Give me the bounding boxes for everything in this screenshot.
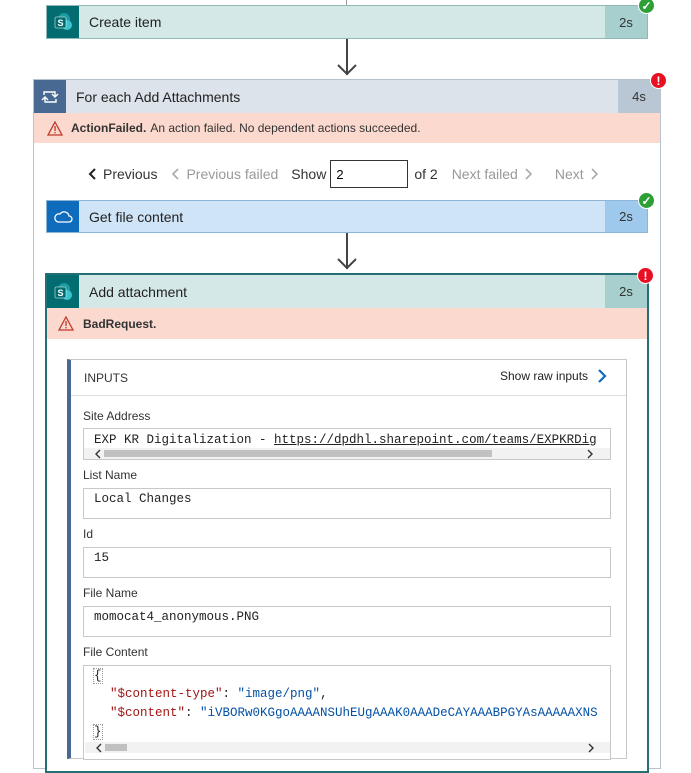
inputs-heading: INPUTS <box>84 371 129 385</box>
json-line: "$content-type": "image/png", <box>110 687 328 701</box>
next-button[interactable]: Next <box>555 166 599 182</box>
panel-divider <box>71 395 626 396</box>
chevron-right-icon <box>591 168 598 180</box>
success-icon: ✓ <box>638 0 655 14</box>
chevron-left-icon <box>95 449 101 459</box>
show-label: Show <box>291 166 327 182</box>
card-title: For each Add Attachments <box>76 88 241 105</box>
file-name-field[interactable]: momocat4_anonymous.PNG <box>83 606 611 637</box>
card-title: Add attachment <box>89 283 188 300</box>
sharepoint-icon: S <box>47 6 79 38</box>
error-icon: ! <box>650 72 667 89</box>
foreach-header[interactable]: For each Add Attachments 4s <box>34 80 660 113</box>
error-banner: BadRequest. <box>47 308 647 339</box>
file-content-label: File Content <box>83 645 148 659</box>
arrow-head-icon <box>337 258 357 270</box>
warning-icon <box>58 316 74 331</box>
chevron-left-icon <box>88 168 96 180</box>
svg-text:S: S <box>57 18 63 28</box>
svg-text:S: S <box>57 288 63 298</box>
json-open-brace: { <box>93 668 103 684</box>
site-address-label: Site Address <box>83 409 151 423</box>
error-code: BadRequest. <box>83 316 157 331</box>
card-title: Create item <box>89 14 162 30</box>
add-attachment-header[interactable]: S Add attachment 2s <box>47 275 647 308</box>
card-title: Get file content <box>89 208 184 225</box>
chevron-right-icon <box>588 743 594 753</box>
get-file-content-card[interactable]: Get file content 2s <box>46 200 648 233</box>
horizontal-scrollbar[interactable] <box>84 448 610 459</box>
previous-button[interactable]: Previous <box>88 166 157 182</box>
sharepoint-icon: S <box>47 275 79 308</box>
show-raw-inputs-button[interactable]: Show raw inputs <box>500 368 608 384</box>
list-name-field[interactable]: Local Changes <box>83 488 611 519</box>
iteration-pager: Previous Previous failed Show of 2 Next … <box>88 160 599 188</box>
id-field[interactable]: 15 <box>83 547 611 578</box>
warning-icon <box>47 120 63 136</box>
next-failed-button[interactable]: Next failed <box>452 166 533 182</box>
loop-icon <box>34 80 66 113</box>
success-icon: ✓ <box>638 192 655 209</box>
horizontal-scrollbar[interactable] <box>85 742 610 753</box>
error-message: An action failed. No dependent actions s… <box>150 121 421 135</box>
create-item-card[interactable]: S Create item 2s <box>46 5 648 39</box>
chevron-right-icon <box>598 369 607 383</box>
chevron-left-icon <box>96 743 102 753</box>
file-name-label: File Name <box>83 586 138 600</box>
json-close-brace: } <box>93 724 103 740</box>
arrow-head-icon <box>337 64 357 76</box>
list-name-label: List Name <box>83 468 138 482</box>
error-icon: ! <box>637 267 654 284</box>
error-code: ActionFailed. <box>71 121 147 135</box>
json-line: "$content": "iVBORw0KGgoAAAANSUhEUgAAAK0… <box>110 706 598 720</box>
file-content-field[interactable]: { "$content-type": "image/png", "$conten… <box>83 665 611 760</box>
previous-failed-button[interactable]: Previous failed <box>171 166 278 182</box>
error-banner: ActionFailed. An action failed. No depen… <box>34 113 660 143</box>
id-label: Id <box>83 527 94 541</box>
scrollbar-thumb[interactable] <box>105 744 127 751</box>
scrollbar-thumb[interactable] <box>104 450 492 457</box>
chevron-right-icon <box>525 168 532 180</box>
iteration-input[interactable] <box>330 160 409 188</box>
chevron-right-icon <box>587 449 593 459</box>
of-label: of 2 <box>414 166 438 182</box>
onedrive-icon <box>47 201 79 232</box>
chevron-left-icon <box>172 168 180 180</box>
